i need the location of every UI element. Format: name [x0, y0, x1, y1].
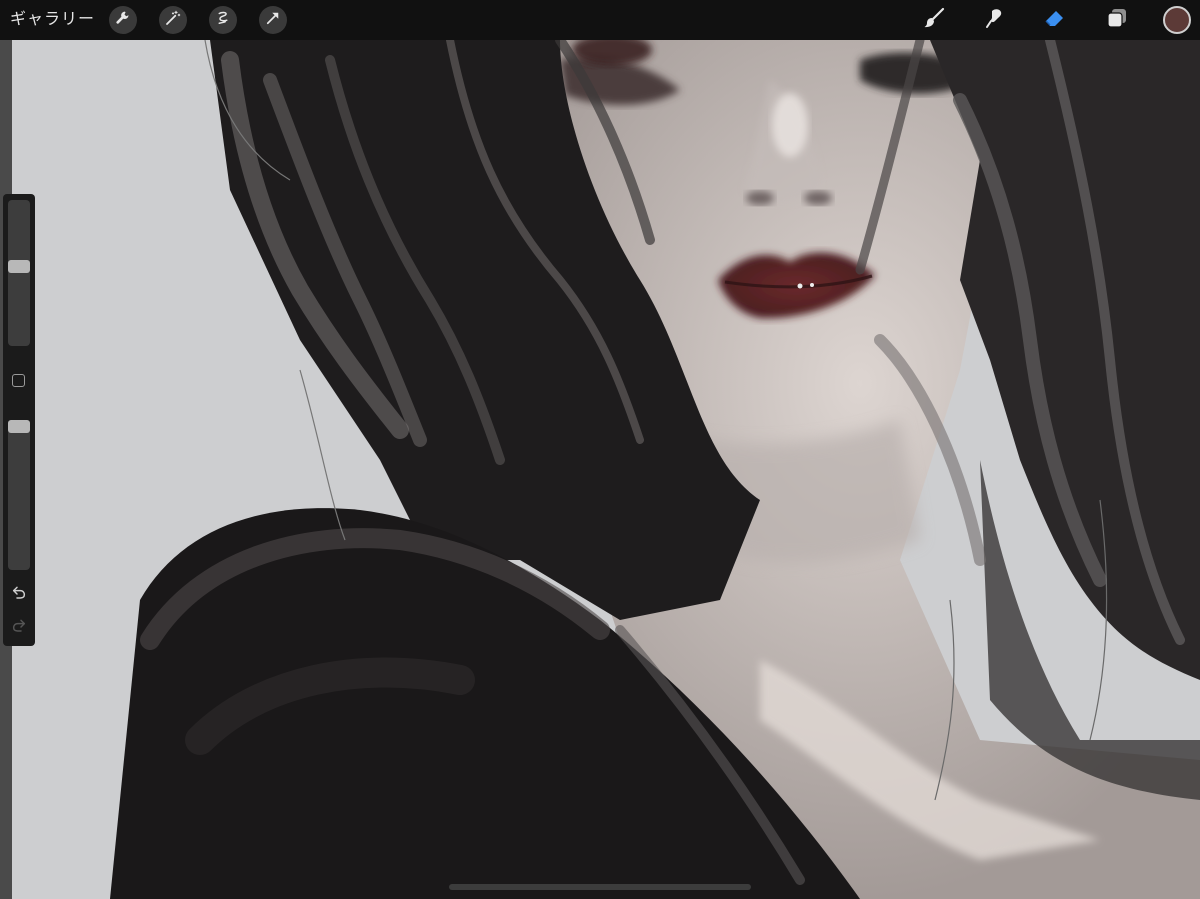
redo-icon: [11, 617, 27, 638]
left-sidebar: [3, 194, 35, 646]
undo-button[interactable]: [9, 584, 29, 604]
adjustments-button[interactable]: [159, 6, 187, 34]
transform-arrow-icon: [264, 9, 282, 32]
redo-button[interactable]: [9, 617, 29, 637]
color-swatch-button[interactable]: [1163, 6, 1191, 34]
gallery-button[interactable]: ギャラリー: [10, 8, 95, 32]
eraser-tool[interactable]: [1042, 7, 1068, 33]
home-indicator[interactable]: [449, 884, 751, 890]
opacity-thumb[interactable]: [8, 420, 30, 433]
selection-button[interactable]: [209, 6, 237, 34]
undo-icon: [11, 584, 27, 605]
opacity-slider[interactable]: [8, 420, 30, 570]
drawing-canvas[interactable]: [0, 40, 1200, 899]
layers-icon: [1105, 6, 1129, 35]
layers-button[interactable]: [1104, 7, 1130, 33]
brush-tool[interactable]: [921, 7, 947, 33]
top-toolbar: ギャラリー: [0, 0, 1200, 40]
wrench-icon: [114, 9, 132, 32]
painting-artwork: [0, 40, 1200, 899]
eraser-icon: [1043, 6, 1067, 35]
smudge-tool[interactable]: [982, 7, 1008, 33]
selection-icon: [214, 9, 232, 32]
brush-icon: [922, 6, 946, 35]
smudge-icon: [983, 6, 1007, 35]
modify-square-icon[interactable]: [12, 374, 25, 387]
brush-size-thumb[interactable]: [8, 260, 30, 273]
transform-button[interactable]: [259, 6, 287, 34]
magic-wand-icon: [164, 9, 182, 32]
brush-size-slider[interactable]: [8, 200, 30, 346]
actions-button[interactable]: [109, 6, 137, 34]
